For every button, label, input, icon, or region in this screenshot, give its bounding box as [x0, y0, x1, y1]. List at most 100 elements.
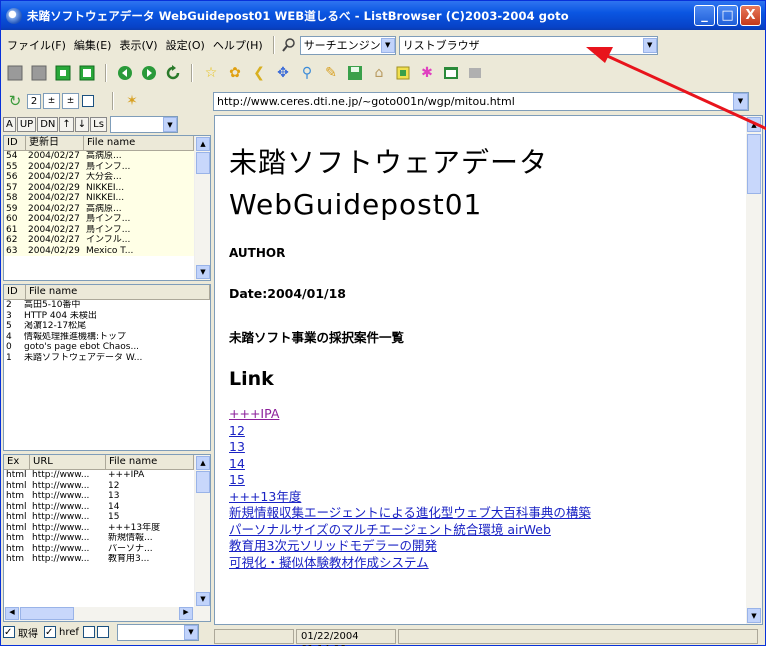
close-button[interactable]: X: [740, 5, 761, 26]
page-row[interactable]: 3 HTTP 404 未検出: [4, 311, 210, 322]
scroll-down-icon[interactable]: ▼: [196, 592, 210, 606]
chevron-down-icon[interactable]: ▼: [162, 117, 177, 132]
href-checkbox[interactable]: ✓: [44, 626, 56, 638]
sort-select[interactable]: ▼: [109, 116, 178, 133]
page-link[interactable]: パーソナルサイズのマルチエージェント統合環境 airWeb: [229, 522, 739, 539]
search-icon[interactable]: ⚲: [297, 63, 317, 83]
minimize-button[interactable]: _: [694, 5, 715, 26]
pink-star-icon[interactable]: ✱: [417, 63, 437, 83]
option-checkbox[interactable]: [96, 626, 109, 638]
get-checkbox[interactable]: ✓: [3, 626, 15, 638]
link-row[interactable]: htm http://www... 13: [4, 491, 210, 502]
spin-up-button[interactable]: ±: [43, 93, 60, 109]
chevron-down-icon[interactable]: ▼: [642, 37, 657, 53]
column-header[interactable]: URL: [30, 455, 106, 469]
link-row[interactable]: htm http://www... 新規情報...: [4, 533, 210, 544]
page-link[interactable]: +++IPA: [229, 406, 739, 423]
column-header[interactable]: ID: [4, 285, 26, 299]
sort-dn-button[interactable]: DN: [37, 117, 59, 132]
page-row[interactable]: 5 渇濵12-17松尾: [4, 321, 210, 332]
chevron-down-icon[interactable]: ▼: [733, 92, 748, 110]
link-row[interactable]: html http://www... +++IPA: [4, 470, 210, 481]
flower-icon[interactable]: ✿: [225, 63, 245, 83]
depth-value[interactable]: 2: [27, 93, 41, 109]
menu-settings[interactable]: 設定(O): [162, 37, 209, 53]
move-up-button[interactable]: ↑: [59, 117, 74, 132]
link-list[interactable]: Ex URL File name html http://www... +++IPA…: [3, 454, 211, 622]
page-link[interactable]: 13: [229, 439, 739, 456]
column-header[interactable]: File name: [26, 285, 210, 299]
scroll-thumb[interactable]: [20, 607, 74, 620]
scroll-up-icon[interactable]: ▲: [747, 117, 761, 132]
link-row[interactable]: html http://www... +++13年度: [4, 523, 210, 534]
link-row[interactable]: html http://www... 14: [4, 502, 210, 513]
column-header[interactable]: 更新日: [26, 136, 84, 150]
home-icon[interactable]: ⌂: [369, 63, 389, 83]
filter-select[interactable]: ▼: [116, 623, 199, 641]
link-row[interactable]: html http://www... 15: [4, 512, 210, 523]
page-row[interactable]: 4 情報処理推進機構:トップ: [4, 332, 210, 343]
spin-down-button[interactable]: ±: [62, 93, 79, 109]
pen-icon[interactable]: ✎: [321, 63, 341, 83]
chevron-down-icon[interactable]: ▼: [380, 37, 395, 53]
history-row[interactable]: 54 2004/02/27 高病原...: [4, 151, 210, 162]
scroll-left-icon[interactable]: ◀: [5, 607, 19, 620]
history-row[interactable]: 62 2004/02/27 インフル...: [4, 235, 210, 246]
back-icon[interactable]: [115, 63, 135, 83]
url-input[interactable]: http://www.ceres.dti.ne.jp/~goto001n/wgp…: [213, 91, 749, 111]
option-checkbox[interactable]: [82, 626, 95, 638]
refresh-icon[interactable]: [163, 63, 183, 83]
scroll-down-icon[interactable]: ▼: [747, 608, 761, 623]
sort-a-button[interactable]: A: [3, 117, 16, 132]
page-row[interactable]: 0 goto's page ebot Chaos...: [4, 342, 210, 353]
chevron-down-icon[interactable]: ▼: [183, 624, 198, 640]
scroll-thumb[interactable]: [747, 134, 761, 194]
link-row[interactable]: htm http://www... 教育用3...: [4, 554, 210, 565]
horizontal-scrollbar[interactable]: ◀ ▶: [4, 607, 210, 621]
page-row[interactable]: 1 未踏ソフトウェアデータ W...: [4, 353, 210, 364]
history-row[interactable]: 58 2004/02/27 NIKKEI...: [4, 193, 210, 204]
book-icon[interactable]: [393, 63, 413, 83]
page-link[interactable]: +++13年度: [229, 489, 739, 506]
gray-icon[interactable]: [465, 63, 485, 83]
page-link[interactable]: 教育用3次元ソリッドモデラーの開発: [229, 538, 739, 555]
scroll-down-icon[interactable]: ▼: [196, 265, 210, 279]
arrow-left-icon[interactable]: ❮: [249, 63, 269, 83]
bookmark-star-icon[interactable]: ✶: [122, 91, 142, 111]
scroll-up-icon[interactable]: ▲: [196, 456, 210, 470]
title-bar[interactable]: 未踏ソフトウェアデータ WebGuidepost01 WEB道しるべ - Lis…: [1, 1, 765, 30]
page-link[interactable]: 新規情報収集エージェントによる進化型ウェブ大百科事典の構築: [229, 505, 739, 522]
star-icon[interactable]: ☆: [201, 63, 221, 83]
list-browser-input[interactable]: リストブラウザ ▼: [398, 35, 658, 55]
search-engine-select[interactable]: サーチエンジン ▼: [299, 35, 396, 55]
menu-view[interactable]: 表示(V): [115, 37, 161, 53]
vertical-scrollbar[interactable]: ▲ ▼: [746, 116, 762, 624]
move-down-button[interactable]: ↓: [74, 117, 90, 132]
forward-icon[interactable]: [139, 63, 159, 83]
page-link[interactable]: 15: [229, 472, 739, 489]
history-row[interactable]: 55 2004/02/27 鳥インフ...: [4, 161, 210, 172]
compass-icon[interactable]: ✥: [273, 63, 293, 83]
page-link[interactable]: 12: [229, 423, 739, 440]
menu-edit[interactable]: 編集(E): [70, 37, 116, 53]
history-row[interactable]: 60 2004/02/27 鳥インフ...: [4, 214, 210, 225]
page-list[interactable]: ID File name 2 高田5-10番中 3 HTTP 404 未検出 5 渇濵12…: [3, 284, 211, 451]
history-row[interactable]: 59 2004/02/27 高病原...: [4, 203, 210, 214]
green-square-icon[interactable]: [53, 63, 73, 83]
history-row[interactable]: 61 2004/02/27 鳥インフ...: [4, 224, 210, 235]
scroll-thumb[interactable]: [196, 471, 210, 493]
menu-file[interactable]: ファイル(F): [3, 37, 70, 53]
gray-square-icon[interactable]: [5, 63, 25, 83]
vertical-scrollbar[interactable]: ▲ ▼: [194, 455, 210, 607]
column-header[interactable]: Ex: [4, 455, 30, 469]
maximize-button[interactable]: □: [717, 5, 738, 26]
link-row[interactable]: html http://www... 12: [4, 481, 210, 492]
refresh-circle-icon[interactable]: ↻: [5, 91, 25, 111]
column-header[interactable]: ID: [4, 136, 26, 150]
gray-square-icon[interactable]: [29, 63, 49, 83]
green-square-icon[interactable]: [77, 63, 97, 83]
history-row[interactable]: 57 2004/02/29 NIKKEI...: [4, 182, 210, 193]
vertical-scrollbar[interactable]: ▲ ▼: [194, 136, 210, 280]
menu-help[interactable]: ヘルプ(H): [209, 37, 267, 53]
column-header[interactable]: File name: [84, 136, 194, 150]
